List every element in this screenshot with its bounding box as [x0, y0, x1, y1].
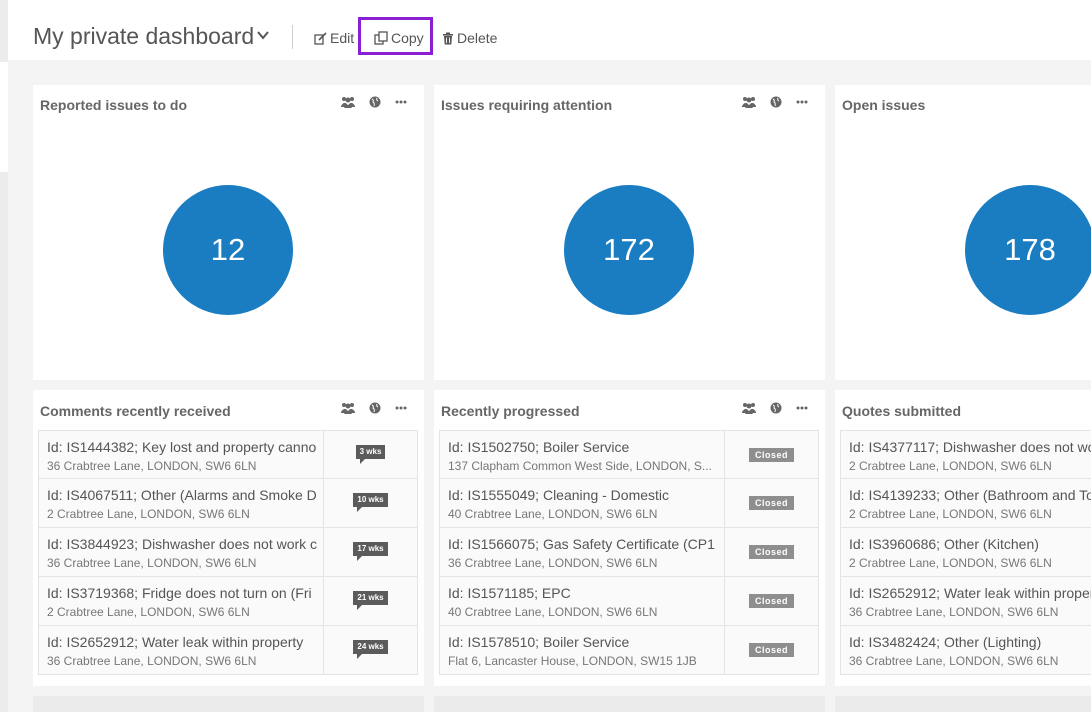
- widget-recently-progressed: Recently progressed Id: IS1502750; Boile…: [434, 390, 825, 686]
- delete-button[interactable]: Delete: [442, 30, 497, 46]
- group-icon[interactable]: [742, 96, 756, 108]
- status-badge: Closed: [748, 545, 794, 559]
- edit-label: Edit: [330, 30, 355, 46]
- globe-icon[interactable]: [369, 402, 381, 414]
- widget-title: Quotes submitted: [842, 403, 962, 419]
- globe-icon[interactable]: [369, 96, 381, 108]
- widget-comments-recently-received: Comments recently received Id: IS1444382…: [33, 390, 424, 686]
- list-item[interactable]: Id: IS4067511; Other (Alarms and Smoke D…: [38, 479, 418, 528]
- widget-quotes-submitted: Quotes submitted Id: IS4377117; Dishwash…: [835, 390, 1091, 686]
- list-item[interactable]: Id: IS1555049; Cleaning - Domestic 40 Cra…: [439, 479, 819, 528]
- list-item[interactable]: Id: IS4139233; Other (Bathroom and To 2 C…: [840, 479, 1091, 528]
- delete-label: Delete: [457, 30, 498, 46]
- widget-placeholder: [434, 696, 825, 712]
- widget-actions: [341, 96, 407, 108]
- more-icon[interactable]: [395, 406, 407, 410]
- widget-placeholder: [835, 696, 1091, 712]
- group-icon[interactable]: [742, 402, 756, 414]
- chevron-down-icon[interactable]: [256, 28, 270, 42]
- comments-list: Id: IS1444382; Key lost and property can…: [38, 430, 418, 675]
- list-item[interactable]: Id: IS2652912; Water leak within propert…: [38, 626, 418, 675]
- widget-issues-requiring-attention: Issues requiring attention 172: [434, 85, 825, 380]
- widget-actions: [742, 402, 808, 414]
- count-circle[interactable]: 178: [965, 185, 1091, 315]
- list-item[interactable]: Id: IS4377117; Dishwasher does not wo 2 C…: [840, 430, 1091, 479]
- widget-reported-issues: Reported issues to do 12: [33, 85, 424, 380]
- age-badge: 10 wks: [353, 493, 388, 512]
- status-badge: Closed: [748, 448, 794, 462]
- list-item[interactable]: Id: IS3719368; Fridge does not turn on (…: [38, 577, 418, 626]
- status-badge: Closed: [748, 643, 794, 657]
- age-badge: 17 wks: [353, 542, 388, 561]
- widget-title: Reported issues to do: [40, 97, 188, 113]
- group-icon[interactable]: [341, 96, 355, 108]
- list-item[interactable]: Id: IS3844923; Dishwasher does not work …: [38, 528, 418, 577]
- widget-actions: [742, 96, 808, 108]
- age-badge: 24 wks: [353, 640, 388, 659]
- list-item[interactable]: Id: IS2652912; Water leak within proper 3…: [840, 577, 1091, 626]
- dashboard-title[interactable]: My private dashboard: [33, 23, 254, 50]
- status-badge: Closed: [748, 594, 794, 608]
- group-icon[interactable]: [341, 402, 355, 414]
- widget-title: Issues requiring attention: [441, 97, 613, 113]
- widget-title: Comments recently received: [40, 403, 231, 419]
- widget-title: Open issues: [842, 97, 926, 113]
- count-circle[interactable]: 172: [564, 185, 694, 315]
- age-badge: 21 wks: [353, 591, 388, 610]
- list-item[interactable]: Id: IS3482424; Other (Lighting) 36 Crabtr…: [840, 626, 1091, 675]
- trash-icon: [443, 32, 453, 44]
- dashboard-header: My private dashboard Edit Copy Delete: [8, 0, 1091, 60]
- left-strip: [0, 0, 8, 712]
- more-icon[interactable]: [796, 100, 808, 104]
- list-item[interactable]: Id: IS3960686; Other (Kitchen) 2 Crabtree…: [840, 528, 1091, 577]
- globe-icon[interactable]: [770, 96, 782, 108]
- quotes-list: Id: IS4377117; Dishwasher does not wo 2 C…: [840, 430, 1091, 675]
- widget-open-issues: Open issues 178: [835, 85, 1091, 380]
- list-item[interactable]: Id: IS1566075; Gas Safety Certificate (C…: [439, 528, 819, 577]
- list-item[interactable]: Id: IS1444382; Key lost and property can…: [38, 430, 418, 479]
- count-circle[interactable]: 12: [163, 185, 293, 315]
- status-badge: Closed: [748, 496, 794, 510]
- globe-icon[interactable]: [770, 402, 782, 414]
- list-item[interactable]: Id: IS1578510; Boiler Service Flat 6, Lan…: [439, 626, 819, 675]
- more-icon[interactable]: [395, 100, 407, 104]
- copy-highlight-box: [358, 17, 433, 55]
- list-item[interactable]: Id: IS1502750; Boiler Service 137 Clapham…: [439, 430, 819, 479]
- widget-actions: [341, 402, 407, 414]
- edit-icon: [314, 31, 327, 45]
- age-badge: 3 wks: [355, 445, 386, 464]
- edit-button[interactable]: Edit: [314, 30, 354, 46]
- list-item[interactable]: Id: IS1571185; EPC 40 Crabtree Lane, LOND…: [439, 577, 819, 626]
- progressed-list: Id: IS1502750; Boiler Service 137 Clapham…: [439, 430, 819, 675]
- more-icon[interactable]: [796, 406, 808, 410]
- widget-title: Recently progressed: [441, 403, 580, 419]
- widget-placeholder: [33, 696, 424, 712]
- header-divider: [292, 25, 293, 49]
